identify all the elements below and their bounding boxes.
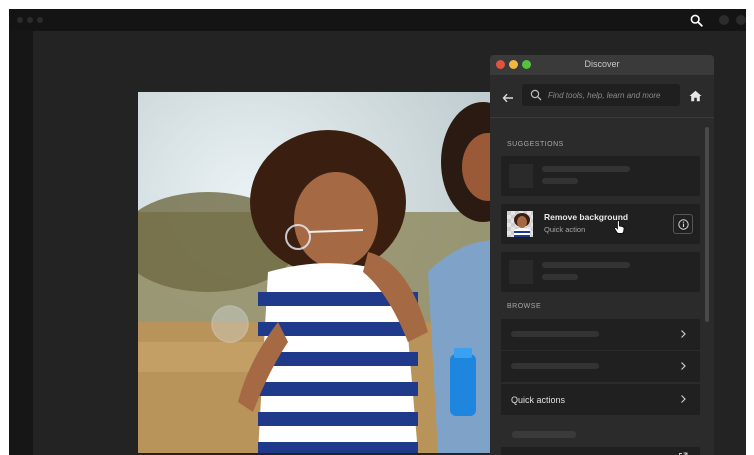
- chevron-right-icon: [681, 395, 686, 403]
- discover-search-input[interactable]: [548, 90, 673, 100]
- browse-row-loading[interactable]: [501, 447, 700, 455]
- panel-scrollbar[interactable]: [705, 127, 709, 322]
- notifications-icon[interactable]: [736, 15, 746, 25]
- skeleton-line: [512, 431, 576, 438]
- arrow-left-icon: [502, 93, 513, 103]
- skeleton-line: [542, 262, 630, 268]
- app-window: Discover SUGGESTIONS: [9, 9, 746, 455]
- discover-panel: Discover SUGGESTIONS: [490, 55, 714, 455]
- discover-search-field[interactable]: [522, 84, 680, 106]
- remove-background-subtitle: Quick action: [544, 225, 586, 234]
- skeleton-line: [542, 178, 578, 184]
- suggestions-label: SUGGESTIONS: [507, 141, 564, 148]
- chevron-right-icon: [681, 330, 686, 338]
- app-close-dot[interactable]: [17, 17, 23, 23]
- back-button[interactable]: [499, 91, 517, 105]
- app-top-bar: [9, 9, 746, 31]
- skeleton-thumbnail: [509, 164, 533, 188]
- hand-pointer-icon: [614, 220, 625, 234]
- photo-content: [138, 92, 516, 453]
- panel-title: Discover: [584, 59, 620, 69]
- skeleton-line: [511, 331, 599, 337]
- browse-row-quick-actions[interactable]: Quick actions: [501, 384, 700, 415]
- panel-divider: [490, 117, 714, 118]
- document-photo[interactable]: [138, 92, 516, 453]
- panel-title-bar: Discover: [490, 55, 714, 75]
- suggestion-card-remove-background[interactable]: Remove background Quick action: [501, 204, 700, 244]
- info-button[interactable]: [673, 214, 693, 234]
- browse-row-loading[interactable]: [501, 351, 700, 382]
- browse-label: BROWSE: [507, 303, 542, 310]
- app-search-button[interactable]: [685, 10, 707, 30]
- search-icon: [530, 89, 542, 101]
- search-icon: [690, 14, 703, 27]
- skeleton-line: [542, 166, 630, 172]
- home-icon: [689, 90, 701, 102]
- skeleton-thumbnail: [509, 260, 533, 284]
- skeleton-line: [542, 274, 578, 280]
- user-avatar[interactable]: [719, 15, 729, 25]
- remove-background-thumbnail: [507, 211, 533, 237]
- suggestion-card-loading[interactable]: [501, 156, 700, 196]
- info-icon: [677, 218, 689, 230]
- tool-strip: [9, 31, 33, 455]
- browse-row-loading[interactable]: [501, 319, 700, 350]
- quick-actions-label: Quick actions: [511, 395, 566, 405]
- app-maximize-dot[interactable]: [37, 17, 43, 23]
- skeleton-line: [511, 363, 599, 369]
- home-button[interactable]: [687, 88, 703, 104]
- app-minimize-dot[interactable]: [27, 17, 33, 23]
- child-thumbnail-icon: [514, 213, 530, 237]
- chevron-right-icon: [681, 362, 686, 370]
- suggestion-card-loading[interactable]: [501, 252, 700, 292]
